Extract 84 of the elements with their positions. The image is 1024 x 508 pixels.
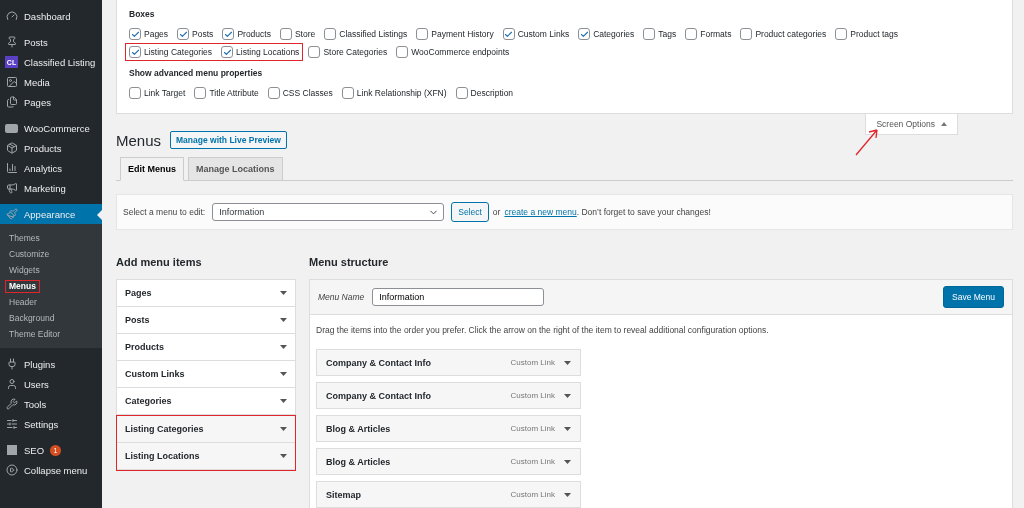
field-label: Menu Name: [318, 292, 365, 302]
caret-icon[interactable]: [564, 360, 571, 365]
submenu-item[interactable]: Background: [5, 311, 59, 325]
checkbox-option[interactable]: Listing Categories: [129, 46, 213, 58]
sidebar-item[interactable]: Posts: [0, 32, 102, 52]
check-icon: [579, 29, 589, 39]
checkbox-option[interactable]: Store: [279, 28, 316, 40]
caret-icon: [280, 427, 287, 431]
sidebar-item[interactable]: Media: [0, 72, 102, 92]
sidebar-item[interactable]: Products: [0, 138, 102, 158]
field-label: Select a menu to edit:: [123, 207, 206, 217]
checkbox-option[interactable]: Listing Locations: [221, 46, 300, 58]
submenu-item[interactable]: Themes: [5, 231, 44, 245]
section-title: Add menu items: [116, 256, 203, 268]
hint-text: or: [492, 207, 501, 217]
caret-icon: [280, 372, 287, 376]
instructions-text: Drag the items into the order you prefer. Click the arrow on the right of the item to reveal additional configuration options.: [316, 325, 770, 335]
caret-icon: [280, 454, 287, 458]
menu-item[interactable]: Company & Contact Info Custom Link: [316, 382, 581, 409]
section-title: Menu structure: [309, 256, 390, 268]
menu-item[interactable]: Blog & Articles Custom Link: [316, 448, 581, 475]
checkbox-option[interactable]: Classified Listings: [324, 28, 408, 40]
submenu-item[interactable]: Theme Editor: [5, 327, 65, 341]
live-preview-button[interactable]: Manage with Live Preview: [170, 131, 287, 149]
checkbox-option[interactable]: Link Target: [129, 87, 186, 99]
checkbox-option[interactable]: Link Relationship (XFN): [341, 87, 447, 99]
save-menu-button[interactable]: Save Menu: [943, 286, 1004, 308]
checkbox-option[interactable]: Custom Links: [502, 28, 570, 40]
section-label: Boxes: [129, 9, 156, 19]
sidebar-item[interactable]: Tools: [0, 394, 102, 414]
check-icon: [504, 29, 514, 39]
hint-text: . Don’t forget to save your changes!: [576, 207, 711, 217]
submenu-item[interactable]: Menus: [5, 279, 40, 293]
screen-options-toggle[interactable]: Screen Options: [865, 114, 958, 135]
sidebar-item[interactable]: Pages: [0, 92, 102, 112]
checkbox-option[interactable]: Tags: [643, 28, 677, 40]
caret-icon[interactable]: [564, 426, 571, 431]
caret-icon: [941, 122, 947, 126]
caret-icon[interactable]: [564, 393, 571, 398]
sidebar-item[interactable]: Plugins: [0, 354, 102, 374]
checkbox-option[interactable]: CSS Classes: [267, 87, 333, 99]
sidebar-item[interactable]: Dashboard: [0, 6, 102, 26]
checkbox-option[interactable]: Posts: [177, 28, 214, 40]
caret-icon[interactable]: [564, 459, 571, 464]
caret-icon: [280, 291, 287, 295]
caret-icon: [280, 345, 287, 349]
sidebar-item[interactable]: Users: [0, 374, 102, 394]
create-menu-link[interactable]: create a new menu: [504, 207, 577, 217]
accordion-section[interactable]: Listing Locations: [117, 443, 295, 470]
menu-item[interactable]: Sitemap Custom Link: [316, 481, 581, 508]
menu-item[interactable]: Blog & Articles Custom Link: [316, 415, 581, 442]
caret-icon[interactable]: [564, 492, 571, 497]
submenu-item[interactable]: Header: [5, 295, 41, 309]
caret-icon: [280, 318, 287, 322]
checkbox-option[interactable]: Description: [455, 87, 514, 99]
menu-name-input[interactable]: Information: [372, 288, 545, 306]
page-title: Menus: [116, 131, 162, 149]
checkbox-option[interactable]: Title Attribute: [194, 87, 259, 99]
submenu-item[interactable]: Customize: [5, 247, 54, 261]
sidebar-item[interactable]: Appearance: [0, 204, 102, 224]
checkbox-option[interactable]: Payment History: [416, 28, 494, 40]
menu-dropdown[interactable]: Information: [212, 203, 445, 221]
select-button[interactable]: Select: [451, 202, 489, 222]
caret-icon: [280, 399, 287, 403]
submenu-item[interactable]: Widgets: [5, 263, 44, 277]
checkbox-option[interactable]: Formats: [685, 28, 732, 40]
checkbox-option[interactable]: Categories: [578, 28, 635, 40]
accordion-section[interactable]: Listing Categories: [117, 416, 295, 443]
sidebar-item[interactable]: Collapse menu: [0, 460, 102, 480]
check-icon: [178, 29, 188, 39]
section-label: Show advanced menu properties: [129, 68, 264, 78]
checkbox-option[interactable]: Store Categories: [308, 46, 388, 58]
checkbox-option[interactable]: Product categories: [740, 28, 827, 40]
tab[interactable]: Edit Menus: [120, 157, 184, 181]
sidebar-item[interactable]: Analytics: [0, 158, 102, 178]
checkbox-option[interactable]: WooCommerce endpoints: [396, 46, 510, 58]
sidebar-item[interactable]: Settings: [0, 414, 102, 434]
checkbox-option[interactable]: Pages: [129, 28, 169, 40]
sidebar-item[interactable]: Marketing: [0, 178, 102, 198]
menu-item[interactable]: Company & Contact Info Custom Link: [316, 349, 581, 376]
sidebar-item[interactable]: WooCommerce: [0, 118, 102, 138]
checkbox-option[interactable]: Product tags: [835, 28, 898, 40]
checkbox-option[interactable]: Products: [222, 28, 271, 40]
tab[interactable]: Manage Locations: [188, 157, 283, 181]
